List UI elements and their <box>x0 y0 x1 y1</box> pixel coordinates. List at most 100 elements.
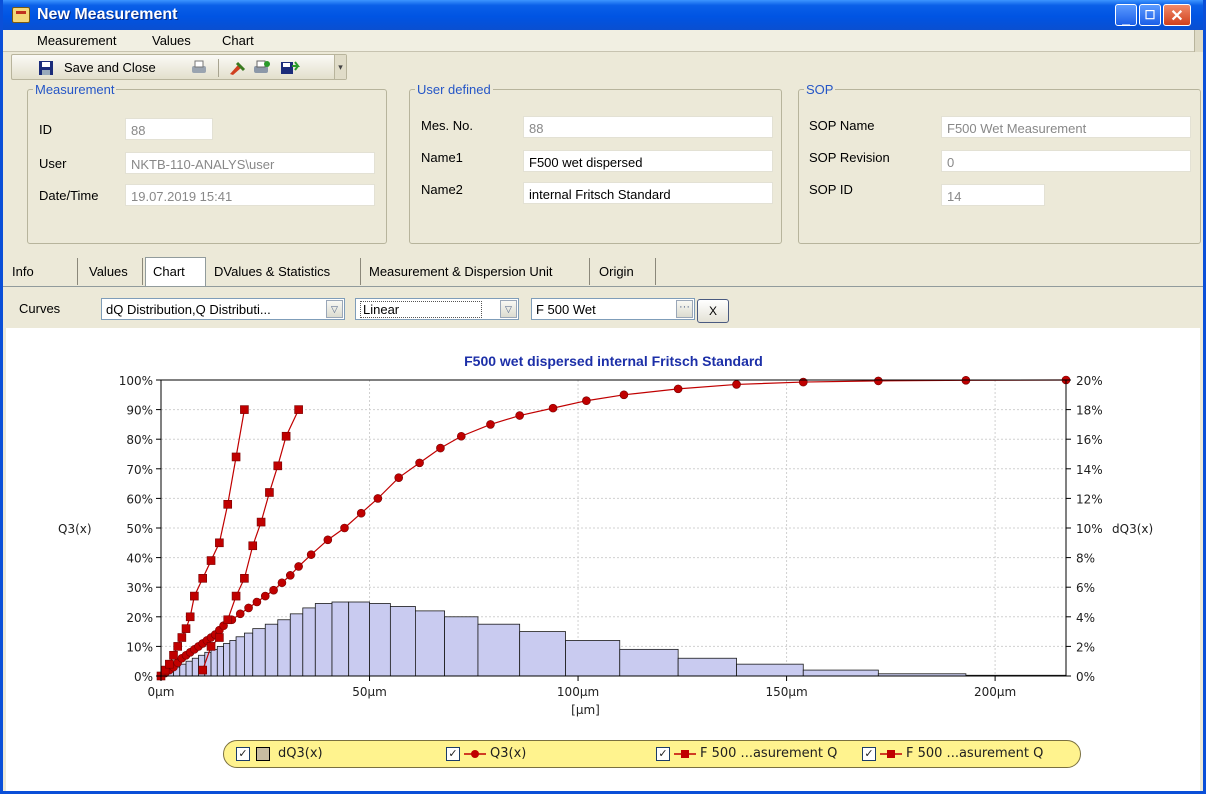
ellipsis-icon[interactable]: ··· <box>676 300 693 318</box>
data-point <box>456 431 466 441</box>
sop-name-field[interactable]: F500 Wet Measurement <box>941 116 1191 138</box>
square-marker-icon <box>674 750 696 758</box>
sop-revision-field[interactable]: 0 <box>941 150 1191 172</box>
name2-field[interactable]: internal Fritsch Standard <box>523 182 773 204</box>
clear-sop-button[interactable]: X <box>697 299 729 323</box>
mesno-field[interactable]: 88 <box>523 116 773 138</box>
save-and-close-button[interactable]: Save and Close <box>64 60 156 75</box>
histogram-bar <box>444 616 479 677</box>
user-field[interactable]: NKTB-110-ANALYS\user <box>125 152 375 174</box>
toolbar-separator <box>218 59 219 77</box>
data-point <box>190 591 199 601</box>
data-point <box>231 452 241 462</box>
user-label: User <box>39 156 67 171</box>
maximize-button[interactable]: ☐ <box>1139 4 1161 26</box>
y-axis-label-left: Q3(x) <box>58 522 92 536</box>
curves-select[interactable]: dQ Distribution,Q Distributi... ▽ <box>101 298 345 320</box>
data-point <box>373 494 383 503</box>
histogram-bar <box>289 613 304 677</box>
histogram-bar <box>389 606 416 677</box>
legend-label: F 500 ...asurement Q <box>906 746 1044 761</box>
menu-measurement[interactable]: Measurement <box>37 33 116 48</box>
minimize-button[interactable]: _ <box>1115 4 1137 26</box>
window-title: New Measurement <box>37 6 178 23</box>
tab-origin[interactable]: Origin <box>594 258 656 285</box>
curves-bar: Curves dQ Distribution,Q Distributi... ▽… <box>3 286 1203 328</box>
data-point <box>415 458 424 468</box>
close-button[interactable]: ✕ <box>1163 4 1191 26</box>
y-tick-label-right: 2% <box>1076 640 1095 654</box>
legend-item-dq3[interactable]: ✓ dQ3(x) <box>236 746 346 763</box>
y-tick-label-left: 60% <box>126 492 153 506</box>
y-tick-label-left: 30% <box>126 581 153 595</box>
histogram-bar <box>302 607 316 677</box>
square-marker-icon <box>880 750 902 758</box>
title-bar[interactable]: New Measurement _ ☐ ✕ <box>3 0 1203 30</box>
tab-dvalues-statistics[interactable]: DValues & Statistics <box>209 258 361 285</box>
legend-item-q3[interactable]: ✓ Q3(x) <box>446 746 556 763</box>
tab-measurement-dispersion-unit[interactable]: Measurement & Dispersion Unit <box>365 258 590 285</box>
y-axis-label-right: dQ3(x) <box>1112 522 1153 536</box>
data-point <box>260 591 270 601</box>
data-point <box>281 431 291 441</box>
data-point <box>340 523 349 533</box>
scale-select[interactable]: Linear ▽ <box>355 298 519 320</box>
checkbox-icon[interactable]: ✓ <box>446 747 460 761</box>
checkbox-icon[interactable]: ✓ <box>862 747 876 761</box>
save-disk-icon[interactable] <box>38 60 54 76</box>
data-point <box>185 612 195 622</box>
sop-id-field[interactable]: 14 <box>941 184 1045 206</box>
checkbox-icon[interactable]: ✓ <box>656 747 670 761</box>
data-point <box>198 574 208 583</box>
tools-icon[interactable] <box>228 60 246 76</box>
menu-overflow-button[interactable] <box>1194 30 1203 52</box>
export-icon[interactable] <box>280 60 300 76</box>
sop-select[interactable]: F 500 Wet ··· <box>531 298 695 320</box>
data-point <box>252 597 262 607</box>
id-field[interactable]: 88 <box>125 118 213 140</box>
sop-id-label: SOP ID <box>809 182 853 197</box>
histogram-bar <box>191 657 199 677</box>
histogram-bar <box>277 619 291 677</box>
data-point <box>273 461 283 471</box>
y-tick-label-left: 80% <box>126 433 153 447</box>
tab-info[interactable]: Info <box>12 258 78 285</box>
data-point <box>265 488 274 497</box>
data-point <box>323 535 333 545</box>
checkbox-icon[interactable]: ✓ <box>236 747 250 761</box>
x-tick-label: 0µm <box>148 685 175 699</box>
data-point <box>548 403 558 413</box>
menu-bar: Measurement Values Chart <box>3 30 1203 52</box>
x-tick-label: 200µm <box>974 685 1016 699</box>
toolbar-overflow-dropdown[interactable]: ▾ <box>334 55 346 79</box>
legend-item-f500-b[interactable]: ✓ F 500 ...asurement Q <box>862 746 1072 763</box>
menu-values[interactable]: Values <box>152 33 191 48</box>
data-point <box>269 585 278 595</box>
data-point <box>798 377 808 387</box>
histogram-bar <box>179 663 187 677</box>
legend-item-f500-a[interactable]: ✓ F 500 ...asurement Q <box>656 746 856 763</box>
y-tick-label-left: 40% <box>126 552 153 566</box>
x-tick-label: 100µm <box>557 685 599 699</box>
y-tick-label-right: 14% <box>1076 463 1103 477</box>
user-defined-legend: User defined <box>417 82 491 97</box>
data-point <box>223 500 233 509</box>
tab-values[interactable]: Values <box>86 258 143 285</box>
tab-chart[interactable]: Chart <box>145 257 206 286</box>
y-tick-label-right: 10% <box>1076 522 1103 536</box>
chevron-down-icon[interactable]: ▽ <box>500 300 517 318</box>
data-point <box>177 633 187 642</box>
histogram-bar <box>369 603 391 677</box>
data-point <box>277 578 287 588</box>
histogram-bar <box>235 636 245 677</box>
toolbar: Save and Close ▾ <box>11 54 347 80</box>
data-point <box>394 473 404 482</box>
print-setup-icon[interactable] <box>252 60 270 76</box>
datetime-field[interactable]: 19.07.2019 15:41 <box>125 184 375 206</box>
menu-chart[interactable]: Chart <box>222 33 254 48</box>
datetime-label: Date/Time <box>39 188 99 203</box>
y-tick-label-left: 70% <box>126 463 153 477</box>
print-icon[interactable] <box>190 60 206 76</box>
name1-field[interactable]: F500 wet dispersed <box>523 150 773 172</box>
chevron-down-icon[interactable]: ▽ <box>326 300 343 318</box>
